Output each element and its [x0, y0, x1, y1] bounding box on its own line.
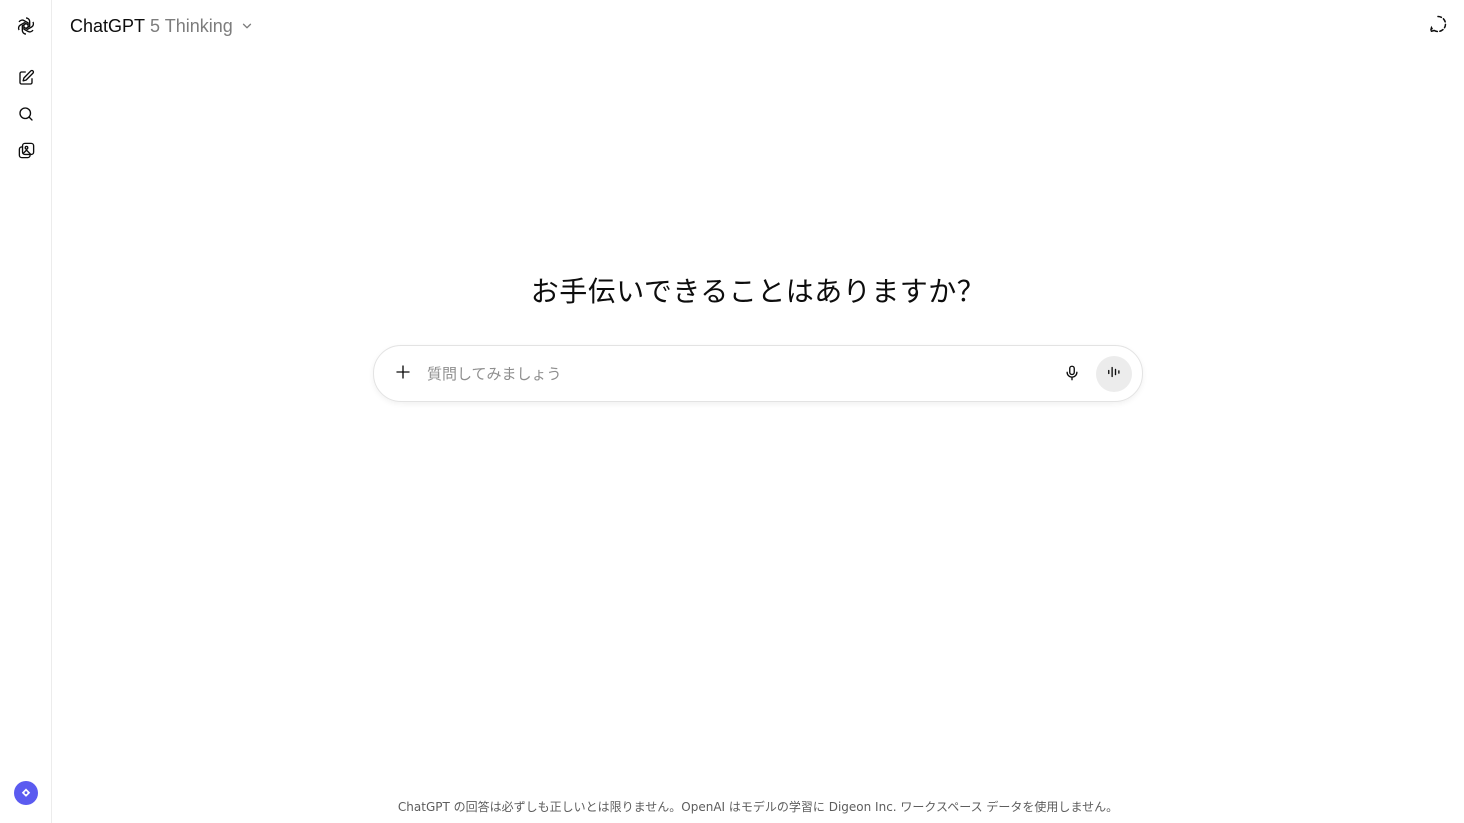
sidebar-rail: [0, 0, 52, 823]
prompt-composer: [373, 345, 1143, 402]
library-icon: [17, 141, 36, 160]
top-bar: ChatGPT 5 Thinking: [52, 0, 1464, 52]
voice-mode-button[interactable]: [1096, 356, 1132, 392]
openai-logo-icon[interactable]: [10, 10, 42, 42]
page-title: お手伝いできることはありますか？: [530, 276, 986, 307]
search-icon: [17, 105, 35, 123]
chevron-down-icon: [240, 17, 254, 38]
microphone-icon: [1063, 364, 1081, 387]
app-window: ChatGPT 5 Thinking お手伝いできることはありますか？ 質問して…: [0, 0, 1464, 823]
voice-mode-icon: [1105, 363, 1123, 386]
dictate-button[interactable]: [1057, 360, 1087, 390]
model-name: ChatGPT: [70, 15, 146, 36]
model-variant: 5 Thinking: [150, 15, 233, 36]
search-chats-button[interactable]: [10, 98, 42, 130]
disclaimer-text: ChatGPT の回答は必ずしも正しいとは限りません。OpenAI はモデルの学…: [397, 800, 1119, 814]
library-button[interactable]: [10, 134, 42, 166]
temporary-chat-button[interactable]: [1426, 14, 1450, 38]
new-chat-icon: [17, 69, 35, 87]
attach-button[interactable]: [388, 359, 418, 389]
temporary-chat-icon: [1428, 14, 1448, 39]
upgrade-badge-icon: [14, 781, 38, 805]
model-switcher[interactable]: ChatGPT 5 Thinking: [66, 12, 258, 40]
prompt-input[interactable]: [427, 360, 1047, 388]
new-chat-button[interactable]: [10, 62, 42, 94]
plus-icon: [394, 363, 412, 386]
upgrade-button[interactable]: [10, 777, 42, 809]
